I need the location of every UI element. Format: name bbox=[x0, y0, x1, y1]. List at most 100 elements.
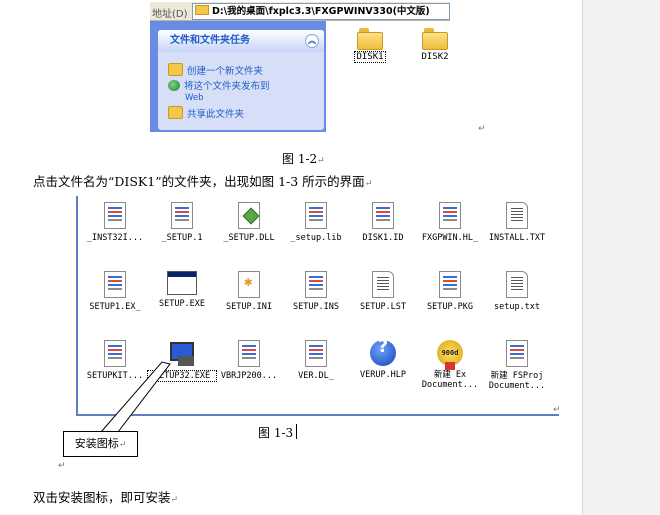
file-name: 新建 FSProj Document... bbox=[488, 371, 546, 391]
panel-title: 文件和文件夹任务 bbox=[170, 35, 250, 46]
setup32-icon bbox=[168, 340, 196, 366]
folder-icon bbox=[195, 5, 209, 15]
ini-icon bbox=[238, 271, 260, 298]
file-name: SETUP.LST bbox=[359, 302, 407, 312]
folder-label: DISK2 bbox=[421, 52, 449, 62]
paragraph-1: 点击文件名为“DISK1”的文件夹，出现如图 1-3 所示的界面↵ bbox=[33, 171, 372, 190]
doc-icon bbox=[171, 202, 193, 229]
file-name: SETUP.INI bbox=[225, 302, 273, 312]
doc-icon bbox=[104, 340, 126, 367]
address-bar: 地址(D) D:\我的桌面\fxplc3.3\FXGPWINV330(中文版) bbox=[150, 2, 450, 21]
folder-icon bbox=[357, 28, 383, 50]
paragraph-mark: ↵ bbox=[364, 179, 373, 189]
exe-icon bbox=[167, 271, 197, 295]
file-item[interactable]: VBRJP200... bbox=[214, 340, 284, 381]
file-item[interactable]: VER.DL_ bbox=[281, 340, 351, 381]
file-item[interactable]: INSTALL.TXT bbox=[482, 202, 552, 243]
new-folder-icon bbox=[168, 63, 183, 76]
panel-header[interactable]: 文件和文件夹任务 ︽ bbox=[158, 30, 324, 52]
file-name: SETUP.PKG bbox=[426, 302, 474, 312]
file-name: SETUP32.EXE bbox=[147, 370, 217, 382]
paragraph-1-text: 点击文件名为“DISK1”的文件夹，出现如图 1-3 所示的界面 bbox=[33, 174, 365, 189]
doc-icon bbox=[104, 271, 126, 298]
file-list-screenshot-fig-1-3: _INST32I... _SETUP.1 _SETUP.DLL _setup.lib D… bbox=[76, 196, 559, 416]
install-icon-callout: 安装图标↵ bbox=[63, 431, 138, 457]
doc-icon bbox=[305, 340, 327, 367]
doc-icon bbox=[305, 202, 327, 229]
file-name: VBRJP200... bbox=[220, 371, 278, 381]
file-item[interactable]: SETUP.INI bbox=[214, 271, 284, 312]
caption-fig-1-2: 图 1-2↵ bbox=[282, 150, 325, 167]
collapse-icon[interactable]: ︽ bbox=[305, 34, 319, 48]
task-share-folder[interactable]: 共享此文件夹 bbox=[168, 106, 244, 120]
text-icon bbox=[506, 271, 528, 298]
paragraph-mark: ↵ bbox=[317, 156, 325, 166]
explorer-screenshot-fig-1-2: 地址(D) D:\我的桌面\fxplc3.3\FXGPWINV330(中文版) … bbox=[150, 0, 450, 132]
file-name: SETUPKIT... bbox=[86, 371, 144, 381]
paragraph-mark: ↵ bbox=[553, 405, 561, 415]
task-new-folder[interactable]: 创建一个新文件夹 bbox=[168, 63, 263, 77]
dll-icon bbox=[238, 202, 260, 229]
file-item[interactable]: _SETUP.1 bbox=[147, 202, 217, 243]
address-path: D:\我的桌面\fxplc3.3\FXGPWINV330(中文版) bbox=[212, 6, 430, 17]
address-label: 地址(D) bbox=[152, 9, 188, 20]
file-item[interactable]: _SETUP.DLL bbox=[214, 202, 284, 243]
file-name: VERUP.HLP bbox=[359, 370, 407, 380]
folder-disk1[interactable]: DISK1 bbox=[340, 28, 400, 63]
file-name: DISK1.ID bbox=[362, 233, 404, 243]
file-item[interactable]: SETUP.INS bbox=[281, 271, 351, 312]
file-name: _SETUP.1 bbox=[161, 233, 203, 243]
file-name: 新建 Ex Document... bbox=[421, 370, 479, 390]
doc-icon bbox=[238, 340, 260, 367]
doc-icon bbox=[305, 271, 327, 298]
caption-text: 图 1-2 bbox=[282, 152, 318, 166]
file-item[interactable]: setup.txt bbox=[482, 271, 552, 312]
paragraph-mark: ↵ bbox=[170, 495, 179, 505]
file-name: SETUP1.EX_ bbox=[89, 302, 141, 312]
file-item[interactable]: _setup.lib bbox=[281, 202, 351, 243]
doc-icon bbox=[506, 340, 528, 367]
task-label: 共享此文件夹 bbox=[187, 109, 245, 120]
file-item[interactable]: 新建 FSProj Document... bbox=[482, 340, 552, 391]
text-icon bbox=[506, 202, 528, 229]
doc-icon bbox=[372, 202, 394, 229]
globe-icon bbox=[168, 80, 180, 91]
folder-icon bbox=[422, 28, 448, 50]
file-item[interactable]: SETUP32.EXE bbox=[147, 340, 217, 382]
task-publish-web[interactable]: 将这个文件夹发布到 Web bbox=[168, 80, 270, 104]
file-item[interactable]: _INST32I... bbox=[80, 202, 150, 243]
text-cursor bbox=[296, 424, 297, 439]
paragraph-mark: ↵ bbox=[118, 440, 127, 450]
task-label: 将这个文件夹发布到 bbox=[184, 81, 270, 92]
paragraph-mark: ↵ bbox=[478, 124, 486, 134]
text-icon bbox=[372, 271, 394, 298]
file-item[interactable]: SETUPKIT... bbox=[80, 340, 150, 381]
task-label: 创建一个新文件夹 bbox=[187, 66, 264, 77]
doc-icon bbox=[104, 202, 126, 229]
file-name: FXGPWIN.HL_ bbox=[421, 233, 479, 243]
paragraph-2: 双击安装图标，即可安装↵ bbox=[33, 487, 178, 506]
callout-text: 安装图标 bbox=[74, 437, 119, 450]
file-item[interactable]: DISK1.ID bbox=[348, 202, 418, 243]
file-name: setup.txt bbox=[493, 302, 541, 312]
folder-disk2[interactable]: DISK2 bbox=[405, 28, 450, 62]
file-name: _INST32I... bbox=[86, 233, 144, 243]
doc-icon bbox=[439, 271, 461, 298]
share-folder-icon bbox=[168, 106, 183, 119]
file-item[interactable]: SETUP.EXE bbox=[147, 271, 217, 309]
caption-fig-1-3: 图 1-3 bbox=[258, 424, 293, 441]
file-name: _SETUP.DLL bbox=[223, 233, 275, 243]
file-item[interactable]: SETUP.LST bbox=[348, 271, 418, 312]
file-item[interactable]: SETUP1.EX_ bbox=[80, 271, 150, 312]
paragraph-2-text: 双击安装图标，即可安装 bbox=[33, 490, 171, 505]
help-icon bbox=[370, 340, 396, 366]
folder-label: DISK1 bbox=[354, 51, 386, 63]
file-name: _setup.lib bbox=[290, 233, 342, 243]
caption-text: 图 1-3 bbox=[258, 426, 294, 440]
file-item[interactable]: SETUP.PKG bbox=[415, 271, 485, 312]
file-item[interactable]: FXGPWIN.HL_ bbox=[415, 202, 485, 243]
file-item[interactable]: VERUP.HLP bbox=[348, 340, 418, 380]
file-name: VER.DL_ bbox=[298, 371, 334, 381]
file-item[interactable]: 900d 新建 Ex Document... bbox=[415, 340, 485, 390]
address-input[interactable]: D:\我的桌面\fxplc3.3\FXGPWINV330(中文版) bbox=[192, 3, 450, 20]
